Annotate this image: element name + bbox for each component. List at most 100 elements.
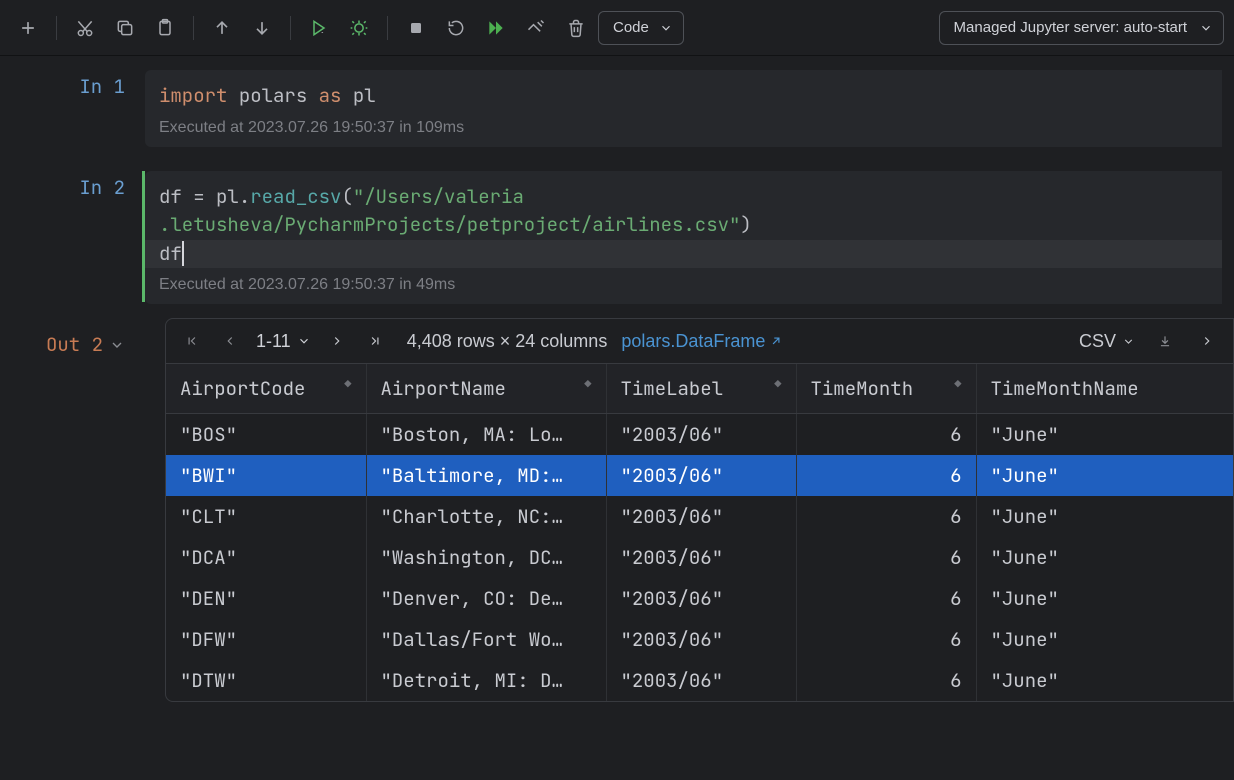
table-cell[interactable]: "DFW" (166, 619, 366, 660)
cell-body[interactable]: df = pl.read_csv("/Users/valeria .letush… (145, 157, 1234, 315)
chevron-down-icon (659, 21, 673, 35)
add-cell-button[interactable] (10, 10, 46, 46)
column-header[interactable]: TimeMonthName (976, 364, 1233, 414)
dataframe-type-link[interactable]: polars.DataFrame (621, 331, 783, 352)
table-cell[interactable]: "Denver, CO: De… (366, 578, 606, 619)
notebook-area: In 1 import polars as pl Executed at 202… (0, 56, 1234, 702)
copy-button[interactable] (107, 10, 143, 46)
table-cell[interactable]: 6 (796, 496, 976, 537)
chevron-down-icon (297, 334, 311, 348)
more-columns-button[interactable] (1195, 329, 1219, 353)
chevron-down-icon (109, 337, 125, 353)
page-range-text: 1-11 (256, 331, 291, 352)
dataframe-type-text: polars.DataFrame (621, 331, 765, 352)
table-cell[interactable]: "BOS" (166, 414, 366, 456)
column-header[interactable]: TimeLabel ◆ (606, 364, 796, 414)
cell-in-1: In 1 import polars as pl Executed at 202… (0, 56, 1234, 157)
column-name: AirportCode (180, 376, 305, 401)
table-cell[interactable]: "BWI" (166, 455, 366, 496)
table-cell[interactable]: "2003/06" (606, 578, 796, 619)
sort-icon: ◆ (774, 376, 781, 392)
table-row[interactable]: "DFW""Dallas/Fort Wo…"2003/06"6"June" (166, 619, 1233, 660)
table-cell[interactable]: "June" (976, 619, 1233, 660)
debug-cell-button[interactable] (341, 10, 377, 46)
page-range-dropdown[interactable]: 1-11 (256, 331, 311, 352)
code-line[interactable]: import polars as pl (159, 82, 1208, 111)
table-row[interactable]: "DEN""Denver, CO: De…"2003/06"6"June" (166, 578, 1233, 619)
column-header[interactable]: AirportName◆ (366, 364, 606, 414)
move-up-button[interactable] (204, 10, 240, 46)
cell-label: In 2 (0, 157, 145, 315)
jupyter-server-dropdown[interactable]: Managed Jupyter server: auto-start (939, 11, 1224, 45)
table-cell[interactable]: "2003/06" (606, 455, 796, 496)
table-cell[interactable]: "June" (976, 578, 1233, 619)
table-cell[interactable]: "June" (976, 496, 1233, 537)
cell-label: In 1 (0, 56, 145, 157)
chevron-down-icon (1122, 335, 1135, 348)
column-name: TimeLabel (621, 376, 724, 401)
table-cell[interactable]: "Washington, DC… (366, 537, 606, 578)
table-cell[interactable]: 6 (796, 455, 976, 496)
table-cell[interactable]: "Baltimore, MD:… (366, 455, 606, 496)
output-label[interactable]: Out 2 (46, 332, 125, 357)
run-all-button[interactable] (478, 10, 514, 46)
table-cell[interactable]: "June" (976, 455, 1233, 496)
active-cell-indicator (142, 171, 145, 303)
cell-type-label: Code (613, 19, 649, 36)
download-button[interactable] (1153, 329, 1177, 353)
export-format-dropdown[interactable]: CSV (1079, 331, 1135, 352)
table-row[interactable]: "BOS""Boston, MA: Lo…"2003/06"6"June" (166, 414, 1233, 456)
table-cell[interactable]: 6 (796, 619, 976, 660)
table-cell[interactable]: "Boston, MA: Lo… (366, 414, 606, 456)
table-cell[interactable]: "June" (976, 660, 1233, 701)
execution-meta: Executed at 2023.07.26 19:50:37 in 49ms (159, 276, 1208, 294)
table-row[interactable]: "DTW""Detroit, MI: D…"2003/06"6"June" (166, 660, 1233, 701)
table-row[interactable]: "CLT""Charlotte, NC:…"2003/06"6"June" (166, 496, 1233, 537)
table-cell[interactable]: "2003/06" (606, 414, 796, 456)
table-cell[interactable]: "Detroit, MI: D… (366, 660, 606, 701)
restart-button[interactable] (438, 10, 474, 46)
table-cell[interactable]: 6 (796, 578, 976, 619)
cell-gutter: Out 2 (0, 314, 145, 702)
table-row[interactable]: "BWI""Baltimore, MD:…"2003/06"6"June" (166, 455, 1233, 496)
header-row: AirportCode◆ AirportName◆ TimeLabel ◆ Tim… (166, 364, 1233, 414)
separator (56, 16, 57, 40)
prev-page-button[interactable] (218, 329, 242, 353)
table-cell[interactable]: "DEN" (166, 578, 366, 619)
move-down-button[interactable] (244, 10, 280, 46)
last-page-button[interactable] (363, 329, 387, 353)
output-label-text: Out 2 (46, 332, 103, 357)
table-cell[interactable]: 6 (796, 537, 976, 578)
stop-button[interactable] (398, 10, 434, 46)
cell-type-dropdown[interactable]: Code (598, 11, 684, 45)
table-cell[interactable]: 6 (796, 414, 976, 456)
table-cell[interactable]: "2003/06" (606, 537, 796, 578)
table-cell[interactable]: "2003/06" (606, 619, 796, 660)
table-cell[interactable]: "2003/06" (606, 496, 796, 537)
code-line[interactable]: df (159, 241, 184, 266)
cut-button[interactable] (67, 10, 103, 46)
table-cell[interactable]: "CLT" (166, 496, 366, 537)
code-line[interactable]: df = pl.read_csv("/Users/valeria (159, 183, 1208, 212)
table-cell[interactable]: "June" (976, 414, 1233, 456)
run-cell-button[interactable] (301, 10, 337, 46)
table-cell[interactable]: "2003/06" (606, 660, 796, 701)
cell-body[interactable]: import polars as pl Executed at 2023.07.… (145, 56, 1234, 157)
server-label: Managed Jupyter server: auto-start (954, 19, 1187, 36)
table-cell[interactable]: 6 (796, 660, 976, 701)
table-cell[interactable]: "June" (976, 537, 1233, 578)
clear-outputs-button[interactable] (518, 10, 554, 46)
table-cell[interactable]: "DCA" (166, 537, 366, 578)
next-page-button[interactable] (325, 329, 349, 353)
delete-cell-button[interactable] (558, 10, 594, 46)
paste-button[interactable] (147, 10, 183, 46)
column-header[interactable]: AirportCode◆ (166, 364, 366, 414)
table-cell[interactable]: "DTW" (166, 660, 366, 701)
table-cell[interactable]: "Dallas/Fort Wo… (366, 619, 606, 660)
table-row[interactable]: "DCA""Washington, DC…"2003/06"6"June" (166, 537, 1233, 578)
column-header[interactable]: TimeMonth◆ (796, 364, 976, 414)
first-page-button[interactable] (180, 329, 204, 353)
dataframe-shape: 4,408 rows × 24 columns (407, 331, 608, 352)
code-line[interactable]: .letusheva/PycharmProjects/petproject/ai… (159, 211, 1208, 240)
table-cell[interactable]: "Charlotte, NC:… (366, 496, 606, 537)
